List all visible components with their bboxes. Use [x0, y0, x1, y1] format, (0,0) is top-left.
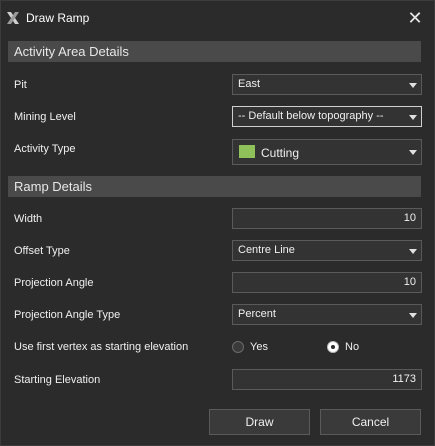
ramp-details-header: Ramp Details — [8, 176, 421, 197]
cancel-button[interactable]: Cancel — [320, 409, 421, 435]
offset-type-select[interactable]: Centre Line — [232, 240, 422, 261]
mining-level-value: -- Default below topography -- — [238, 110, 384, 122]
radio-checked-icon — [327, 341, 339, 353]
starting-elevation-label: Starting Elevation — [14, 374, 101, 386]
projection-angle-label: Projection Angle — [14, 277, 94, 289]
chevron-down-icon — [409, 115, 417, 120]
mining-level-label: Mining Level — [14, 111, 76, 123]
activity-area-header: Activity Area Details — [8, 41, 421, 62]
pit-value: East — [238, 78, 261, 90]
width-label: Width — [14, 213, 43, 225]
mining-level-select[interactable]: -- Default below topography -- — [232, 106, 422, 127]
starting-elevation-input[interactable]: 1173 — [232, 369, 422, 390]
window-title: Draw Ramp — [26, 11, 90, 25]
activity-type-select[interactable]: Cutting — [232, 139, 422, 165]
chevron-down-icon — [409, 249, 417, 254]
radio-unchecked-icon — [232, 341, 244, 353]
first-vertex-label: Use first vertex as starting elevation — [14, 341, 189, 353]
title-bar: Draw Ramp ✕ — [1, 1, 434, 35]
app-logo-icon — [6, 11, 20, 25]
activity-type-value: Cutting — [261, 146, 300, 160]
activity-type-label: Activity Type — [14, 143, 76, 155]
draw-button[interactable]: Draw — [209, 409, 310, 435]
projection-angle-value: 10 — [403, 276, 416, 288]
starting-elevation-value: 1173 — [392, 373, 416, 385]
chevron-down-icon — [409, 83, 417, 88]
activity-color-swatch — [239, 145, 255, 158]
chevron-down-icon — [409, 313, 417, 318]
pit-select[interactable]: East — [232, 74, 422, 95]
no-label: No — [345, 341, 360, 353]
draw-ramp-dialog: Draw Ramp ✕ Activity Area Details Pit Ea… — [0, 0, 435, 446]
width-input[interactable]: 10 — [232, 208, 422, 229]
close-icon[interactable]: ✕ — [402, 5, 428, 31]
projection-angle-type-value: Percent — [238, 308, 276, 320]
pit-label: Pit — [14, 79, 27, 91]
projection-angle-type-select[interactable]: Percent — [232, 304, 422, 325]
projection-angle-input[interactable]: 10 — [232, 272, 422, 293]
width-value: 10 — [403, 212, 416, 224]
projection-angle-type-label: Projection Angle Type — [14, 309, 121, 321]
chevron-down-icon — [409, 150, 417, 155]
yes-label: Yes — [250, 341, 268, 353]
offset-type-value: Centre Line — [238, 244, 295, 256]
offset-type-label: Offset Type — [14, 245, 70, 257]
